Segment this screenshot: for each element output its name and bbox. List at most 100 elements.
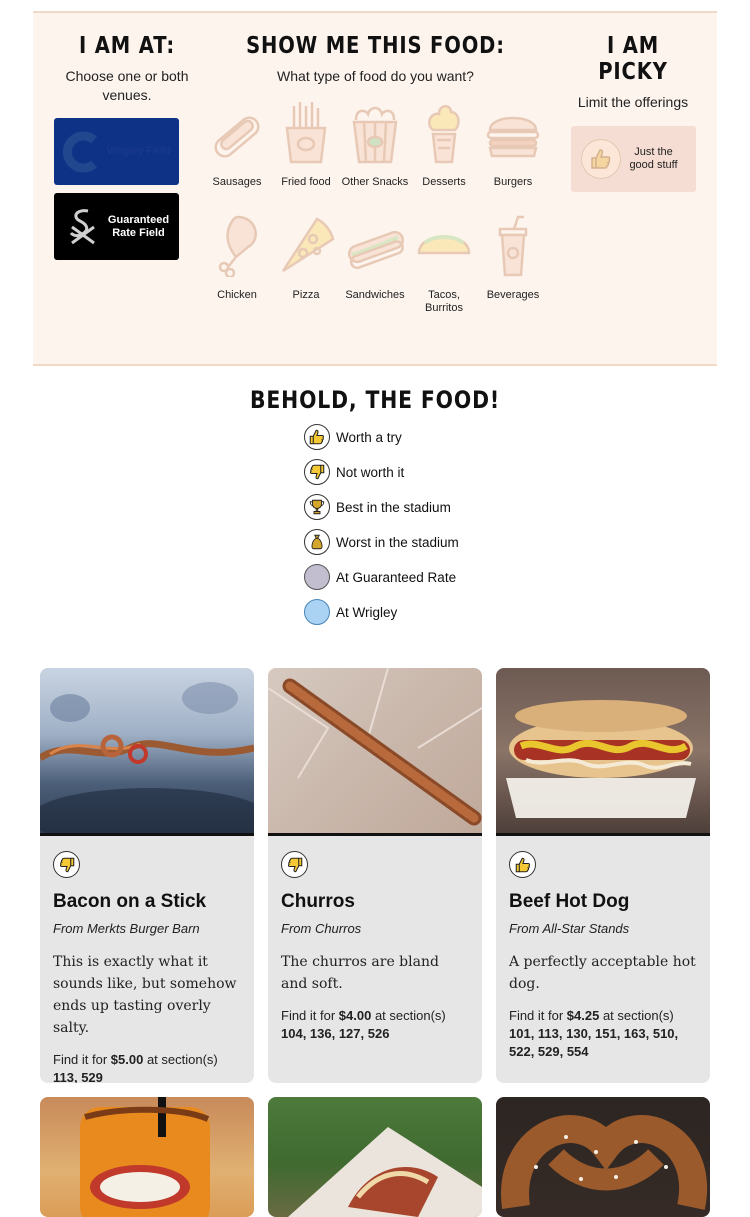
food-name: Bacon on a Stick xyxy=(53,891,207,912)
legend: Worth a try Not worth it Best in the sta… xyxy=(304,424,464,634)
picky-filter: I am picky Limit the offerings Just the … xyxy=(563,33,703,192)
price-suffix: at section(s) xyxy=(143,1052,218,1067)
food-filter-subtitle: What type of food do you want? xyxy=(277,68,474,84)
food-type-other-snacks[interactable]: Other Snacks xyxy=(341,96,409,209)
venue-option-guaranteed-rate[interactable]: Guaranteed Rate Field xyxy=(54,193,179,260)
thumbs-down-icon xyxy=(304,459,330,485)
venue-filter-subtitle: Choose one or both venues. xyxy=(65,68,189,103)
venue-filter-title: I am at: xyxy=(79,33,175,59)
food-card[interactable] xyxy=(40,1097,254,1217)
price-prefix: Find it for xyxy=(281,1008,339,1023)
legend-label: Worst in the stadium xyxy=(336,535,459,550)
white-sox-logo-icon xyxy=(60,205,104,249)
price-suffix: at section(s) xyxy=(371,1008,446,1023)
food-photo xyxy=(268,1097,482,1217)
food-description: The churros are bland and soft. xyxy=(281,954,439,992)
food-photo xyxy=(40,668,254,836)
food-card-body: Beef Hot Dog From All-Star Stands A perf… xyxy=(496,836,710,1061)
chicken-leg-icon xyxy=(207,209,267,277)
food-price: Find it for $4.00 at section(s) 104, 136,… xyxy=(281,1007,469,1043)
food-type-label: Fried food xyxy=(281,176,331,188)
food-type-label: Beverages xyxy=(486,289,540,301)
food-type-label: Burgers xyxy=(493,176,533,188)
legend-item-worth-a-try: Worth a try xyxy=(304,424,464,450)
thumbs-up-icon xyxy=(581,139,621,179)
thumbs-down-icon xyxy=(53,851,80,878)
legend-label: Worth a try xyxy=(336,430,402,445)
food-description: A perfectly acceptable hot dog. xyxy=(509,954,696,992)
food-type-beverages[interactable]: Beverages xyxy=(479,209,547,322)
food-card[interactable]: Churros From Churros The churros are bla… xyxy=(268,668,482,1083)
taco-icon xyxy=(414,209,474,277)
food-name: Beef Hot Dog xyxy=(509,891,630,912)
food-sections: 113, 529 xyxy=(53,1070,103,1083)
food-type-chicken[interactable]: Chicken xyxy=(203,209,271,322)
food-card[interactable]: Beef Hot Dog From All-Star Stands A perf… xyxy=(496,668,710,1083)
food-sections: 101, 113, 130, 151, 163, 510, 522, 529, … xyxy=(509,1026,679,1059)
legend-item-best: Best in the stadium xyxy=(304,494,464,520)
food-price: Find it for $4.25 at section(s) 101, 113,… xyxy=(509,1007,697,1061)
legend-item-worst: Worst in the stadium xyxy=(304,529,464,555)
food-type-grid: Sausages Fried food Other Snacks Dessert… xyxy=(203,96,548,322)
food-card[interactable]: Bacon on a Stick From Merkts Burger Barn… xyxy=(40,668,254,1083)
thumbs-up-icon xyxy=(509,851,536,878)
food-type-burgers[interactable]: Burgers xyxy=(479,96,547,209)
sandwich-icon xyxy=(345,209,405,277)
thumbs-up-icon xyxy=(304,424,330,450)
food-vendor: From All-Star Stands xyxy=(509,921,630,936)
popcorn-icon xyxy=(345,96,405,164)
pizza-slice-icon xyxy=(276,209,336,277)
food-card[interactable] xyxy=(496,1097,710,1217)
food-filter-title: Show me this food: xyxy=(246,33,505,59)
food-type-label: Other Snacks xyxy=(341,176,409,188)
food-type-label: Tacos, Burritos xyxy=(425,289,463,314)
legend-item-not-worth-it: Not worth it xyxy=(304,459,464,485)
trophy-icon xyxy=(304,494,330,520)
venue-option-label: Wrigley Field xyxy=(106,145,171,157)
food-type-sandwiches[interactable]: Sandwiches xyxy=(341,209,409,322)
food-name: Churros xyxy=(281,891,355,912)
food-type-tacos-burritos[interactable]: Tacos, Burritos xyxy=(410,209,478,322)
guaranteed-rate-swatch xyxy=(304,564,330,590)
food-price: Find it for $5.00 at section(s) 113, 529 xyxy=(53,1051,241,1083)
food-type-label: Sandwiches xyxy=(345,289,405,301)
legend-label: Not worth it xyxy=(336,465,405,480)
picky-filter-subtitle: Limit the offerings xyxy=(577,94,689,110)
food-card[interactable] xyxy=(268,1097,482,1217)
venue-filter: I am at: Choose one or both venues. Wrig… xyxy=(47,33,207,260)
legend-item-at-wrigley: At Wrigley xyxy=(304,599,464,625)
food-type-pizza[interactable]: Pizza xyxy=(272,209,340,322)
legend-item-at-guaranteed-rate: At Guaranteed Rate xyxy=(304,564,464,590)
price-value: $4.25 xyxy=(566,1008,600,1023)
sausage-icon xyxy=(207,96,267,164)
wrigley-swatch xyxy=(304,599,330,625)
food-vendor: From Merkts Burger Barn xyxy=(53,921,200,936)
food-type-sausages[interactable]: Sausages xyxy=(203,96,271,209)
fries-icon xyxy=(276,96,336,164)
price-suffix: at section(s) xyxy=(599,1008,674,1023)
legend-label: Best in the stadium xyxy=(336,500,451,515)
ice-cream-icon xyxy=(414,96,474,164)
food-type-desserts[interactable]: Desserts xyxy=(410,96,478,209)
food-type-label: Chicken xyxy=(217,289,257,301)
bag-icon xyxy=(304,529,330,555)
food-photo xyxy=(496,668,710,836)
venue-option-wrigley[interactable]: Wrigley Field xyxy=(54,118,179,185)
food-type-fried-food[interactable]: Fried food xyxy=(272,96,340,209)
price-value: $4.00 xyxy=(338,1008,372,1023)
results-title: Behold, the food! xyxy=(249,386,501,414)
food-description: This is exactly what it sounds like, but… xyxy=(53,954,237,1036)
food-type-label: Sausages xyxy=(212,176,262,188)
price-prefix: Find it for xyxy=(53,1052,111,1067)
food-type-label: Desserts xyxy=(422,176,466,188)
cubs-logo-icon xyxy=(60,130,104,174)
venue-option-label: Guaranteed Rate Field xyxy=(107,213,170,239)
price-value: $5.00 xyxy=(110,1052,144,1067)
good-stuff-label: Just the good stuff xyxy=(629,146,678,171)
food-card-body: Churros From Churros The churros are bla… xyxy=(268,836,482,1043)
food-type-label: Pizza xyxy=(292,289,320,301)
good-stuff-toggle[interactable]: Just the good stuff xyxy=(571,126,696,192)
thumbs-down-icon xyxy=(281,851,308,878)
food-card-body: Bacon on a Stick From Merkts Burger Barn… xyxy=(40,836,254,1083)
food-vendor: From Churros xyxy=(281,921,362,936)
